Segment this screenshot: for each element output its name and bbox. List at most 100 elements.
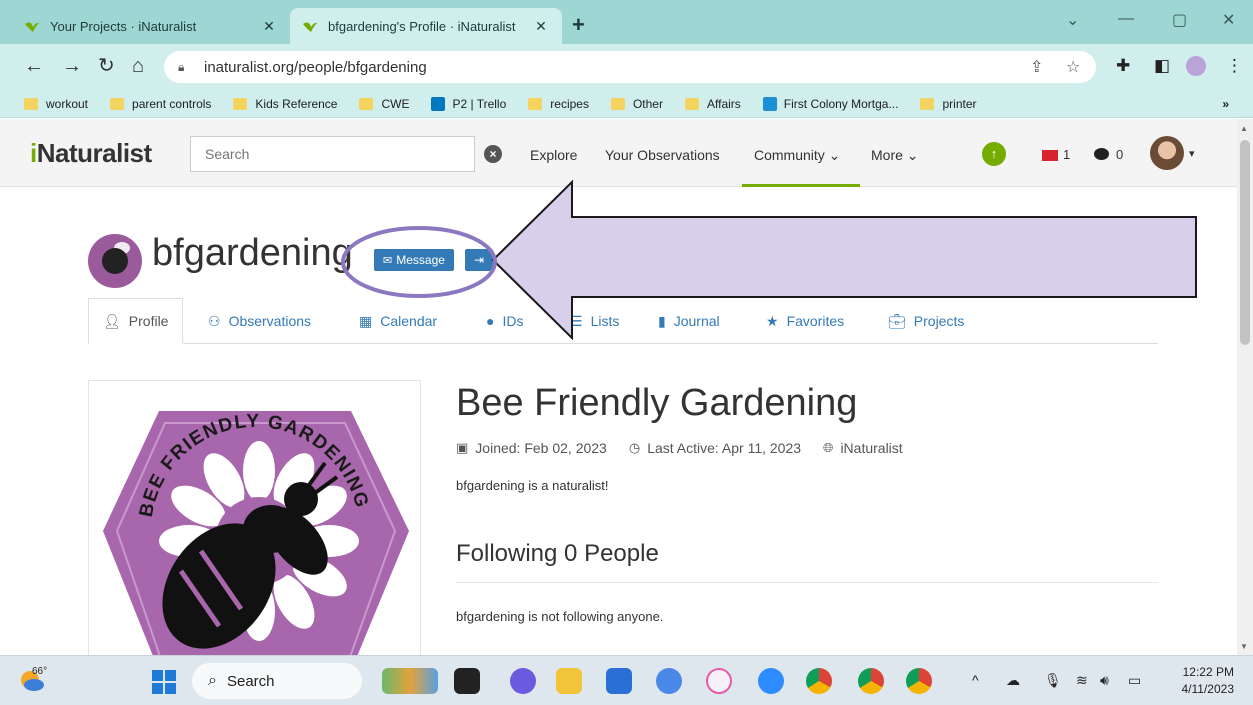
follow-button[interactable]: ⇥ (465, 249, 493, 271)
folder-icon (233, 97, 248, 110)
chrome-profile-2-icon[interactable] (858, 668, 884, 694)
message-button[interactable]: ✉ Message (374, 249, 454, 271)
tab-profile[interactable]: 👤︎ Profile (88, 298, 184, 344)
close-tab-icon[interactable]: ✕ (532, 18, 550, 35)
tab-ids[interactable]: ● IDs (486, 298, 523, 344)
folder-icon (24, 97, 38, 110)
windows-taskbar: 66° ⌕ Search ^ ☁ 🎙︎ ≋ 🔊︎ ▭ 12:22 PM 4/11… (0, 655, 1253, 705)
tab-observations[interactable]: ⚇ Observations (208, 298, 311, 344)
zoom-icon[interactable] (758, 668, 784, 694)
bookmark-printer[interactable]: printer (920, 97, 977, 111)
lock-icon: 🔒︎ (178, 59, 185, 74)
task-view-icon[interactable] (454, 668, 480, 694)
following-empty-text: bfgardening is not following anyone. (456, 609, 664, 624)
chevron-down-icon[interactable]: ▾ (1189, 147, 1195, 160)
nav-community[interactable]: Community ⌄ (754, 147, 840, 164)
share-icon[interactable]: ⇪ (1030, 57, 1043, 77)
bookmark-parent-controls[interactable]: parent controls (110, 97, 211, 111)
search-icon: ⌕ (208, 672, 217, 689)
nav-more[interactable]: More ⌄ (871, 147, 919, 164)
mortgage-icon (762, 96, 777, 111)
close-tab-icon[interactable]: ✕ (260, 18, 278, 35)
messages-envelope-icon[interactable] (1042, 150, 1058, 161)
globe-icon: 🌐︎ (823, 440, 834, 455)
bookmark-cwe[interactable]: CWE (359, 97, 409, 111)
widgets-landscape-icon[interactable] (382, 668, 438, 694)
back-icon[interactable]: ← (24, 56, 44, 76)
tray-overflow-icon[interactable]: ^ (972, 672, 979, 688)
profile-badge-image: BEE FRIENDLY GARDENING (88, 380, 421, 670)
bookmarks-overflow-icon[interactable]: » (1222, 97, 1229, 111)
profile-avatar-icon[interactable] (1186, 56, 1206, 76)
tab-journal[interactable]: ▮ Journal (658, 298, 720, 344)
nav-your-observations[interactable]: Your Observations (605, 147, 720, 163)
clock-time: 12:22 PM (1182, 665, 1234, 679)
tab-favorites[interactable]: ★ Favorites (766, 298, 844, 344)
star-icon: ★ (766, 312, 779, 329)
scrollbar-thumb[interactable] (1240, 140, 1250, 345)
chrome-profile-3-icon[interactable] (906, 668, 932, 694)
bookmark-other[interactable]: Other (610, 97, 663, 111)
home-icon[interactable]: ⌂ (132, 56, 144, 76)
bookmark-trello[interactable]: P2 | Trello (431, 96, 506, 111)
address-bar[interactable]: 🔒︎ inaturalist.org/people/bfgardening ⇪ … (164, 51, 1096, 83)
forward-icon[interactable]: → (62, 56, 82, 76)
mail-icon[interactable] (606, 668, 632, 694)
profile-meta: ▣ Joined: Feb 02, 2023 ◷ Last Active: Apr … (456, 440, 925, 456)
inaturalist-logo[interactable]: iNaturalist (30, 138, 152, 169)
file-explorer-icon[interactable] (556, 668, 582, 694)
last-active-date: ◷ Last Active: Apr 11, 2023 (628, 440, 802, 456)
microphone-icon[interactable]: 🎙︎ (1044, 672, 1062, 689)
volume-icon[interactable]: 🔊︎ (1100, 672, 1109, 689)
teams-chat-icon[interactable] (510, 668, 536, 694)
calendar-plus-icon: ▣ (456, 440, 469, 455)
restore-icon[interactable]: ▢ (1172, 10, 1187, 30)
battery-icon[interactable]: ▭ (1128, 672, 1141, 689)
tab-projects[interactable]: 💼︎ Projects (888, 298, 964, 344)
inaturalist-bird-icon (303, 22, 317, 32)
minimize-icon[interactable]: — (1118, 10, 1134, 28)
windows-start-icon[interactable] (152, 670, 176, 694)
bookmark-recipes[interactable]: recipes (528, 97, 589, 111)
url-text: inaturalist.org/people/bfgardening (204, 58, 427, 76)
user-avatar[interactable] (1150, 136, 1184, 170)
chrome-icon[interactable] (806, 668, 832, 694)
bee-friendly-gardening-logo: BEE FRIENDLY GARDENING (103, 411, 409, 669)
inaturalist-bird-icon (25, 22, 39, 32)
folder-icon (359, 97, 374, 110)
bookmark-affairs[interactable]: Affairs (684, 97, 741, 111)
comments-bubble-icon[interactable] (1094, 148, 1109, 160)
new-tab-button[interactable]: + (572, 12, 585, 38)
bookmark-first-colony[interactable]: First Colony Mortga... (762, 96, 898, 111)
tab-lists[interactable]: ☰ Lists (570, 298, 619, 344)
taskbar-search[interactable]: ⌕ Search (192, 663, 362, 699)
site-search-input[interactable] (191, 137, 474, 171)
wifi-icon[interactable]: ≋ (1076, 672, 1088, 689)
copilot-icon[interactable] (656, 668, 682, 694)
music-icon[interactable] (706, 668, 732, 694)
tab-search-icon[interactable]: ⌄ (1066, 10, 1079, 30)
bookmark-workout[interactable]: workout (24, 97, 88, 111)
bookmark-kids-reference[interactable]: Kids Reference (233, 97, 337, 111)
browser-toolbar: ← → ↻ ⌂ 🔒︎ inaturalist.org/people/bfgard… (0, 44, 1253, 90)
onedrive-cloud-icon[interactable]: ☁ (1006, 672, 1020, 689)
browser-tab-profile[interactable]: bfgardening's Profile · iNaturalist ✕ (290, 8, 562, 44)
upload-icon[interactable]: ↑ (982, 142, 1006, 166)
reload-icon[interactable]: ↻ (98, 56, 115, 76)
menu-kebab-icon[interactable]: ⋮ (1226, 56, 1243, 76)
browser-tab-your-projects[interactable]: Your Projects · iNaturalist ✕ (12, 8, 290, 44)
taskbar-clock[interactable]: 12:22 PM 4/11/2023 (1168, 664, 1235, 698)
tab-calendar[interactable]: ▦ Calendar (359, 298, 437, 344)
bookmark-star-icon[interactable]: ☆ (1066, 57, 1080, 77)
clock-icon: ◷ (628, 440, 641, 455)
network-affiliation[interactable]: 🌐︎ iNaturalist (823, 440, 903, 456)
scroll-down-icon[interactable]: ▼ (1240, 642, 1248, 651)
tab-title: bfgardening's Profile · iNaturalist (328, 18, 516, 34)
close-window-icon[interactable]: ✕ (1222, 10, 1235, 30)
side-panel-icon[interactable]: ◧ (1154, 56, 1170, 76)
clear-search-icon[interactable]: × (484, 145, 502, 163)
nav-explore[interactable]: Explore (530, 147, 577, 163)
scroll-up-icon[interactable]: ▲ (1240, 124, 1248, 133)
folder-icon (610, 97, 625, 110)
extensions-puzzle-icon[interactable]: ✚ (1116, 56, 1130, 76)
